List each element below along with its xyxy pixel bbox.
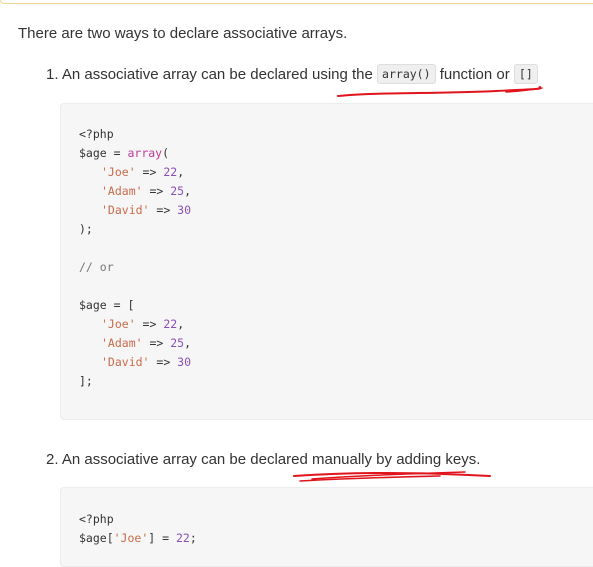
code-sep: , [177,165,185,179]
code-key: 'Joe' [101,317,136,331]
code-var: $age[ [79,531,114,545]
code-paren: ( [162,146,170,160]
code-close-bracket: ]; [79,374,93,388]
list-item-1: 1. An associative array can be declared … [46,64,538,84]
inline-code-array: array() [377,64,436,84]
code-key: 'Adam' [101,184,143,198]
code-value: 22 [163,165,178,179]
list-item-1-prefix: 1. An associative array can be declared … [46,66,373,83]
code-close-paren: ); [79,222,93,236]
code-entry-joe-2: 'Joe' => 22, [101,316,184,332]
code-eq: ] = [148,531,176,545]
code-entry-adam-2: 'Adam' => 25, [101,335,191,351]
code-value: 25 [170,336,185,350]
code-arrow: => [135,317,164,331]
code-entry-adam: 'Adam' => 25, [101,183,191,199]
list-item-1-middle: function or [439,66,510,83]
code-line-assign: $age['Joe'] = 22; [79,530,197,546]
code-sep: , [184,336,192,350]
code-var: $age [79,146,107,160]
code-block-2: <?php $age['Joe'] = 22; [60,487,593,567]
code-eq: = [106,146,128,160]
code-sep: , [184,184,192,198]
code-end: ; [189,531,197,545]
code-eq-bracket: = [ [106,298,135,312]
code-arrow: => [142,184,171,198]
annotation-underline-1 [337,86,543,97]
code-key: 'Joe' [101,165,136,179]
code-value: 22 [163,317,178,331]
code-key: 'David' [101,355,150,369]
code-entry-joe: 'Joe' => 22, [101,164,184,180]
callout-border [0,0,593,4]
code-value: 30 [177,355,192,369]
code-arrow: => [135,165,164,179]
code-value: 22 [175,531,190,545]
code-key: 'David' [101,203,150,217]
code-comment: // or [79,260,114,274]
code-entry-david: 'David' => 30 [101,202,191,218]
code-key: 'Joe' [113,531,149,545]
annotation-underline-2 [293,471,491,482]
inline-code-brackets: [] [513,64,538,84]
code-var: $age [79,298,107,312]
code-block-1: <?php $age = array( 'Joe' => 22, 'Adam' … [60,103,593,420]
code-value: 30 [177,203,192,217]
code-value: 25 [170,184,185,198]
code-line-age-array: $age = array( [79,145,169,161]
code-key: 'Adam' [101,336,143,350]
code-arrow: => [149,355,178,369]
code-php-open-2: <?php [79,512,114,526]
code-arrow: => [142,336,171,350]
code-fn: array [127,146,163,160]
intro-text: There are two ways to declare associativ… [18,25,348,42]
code-sep: , [177,317,185,331]
code-arrow: => [149,203,178,217]
code-line-age-bracket: $age = [ [79,297,134,313]
code-php-open: <?php [79,127,114,141]
code-entry-david-2: 'David' => 30 [101,354,191,370]
